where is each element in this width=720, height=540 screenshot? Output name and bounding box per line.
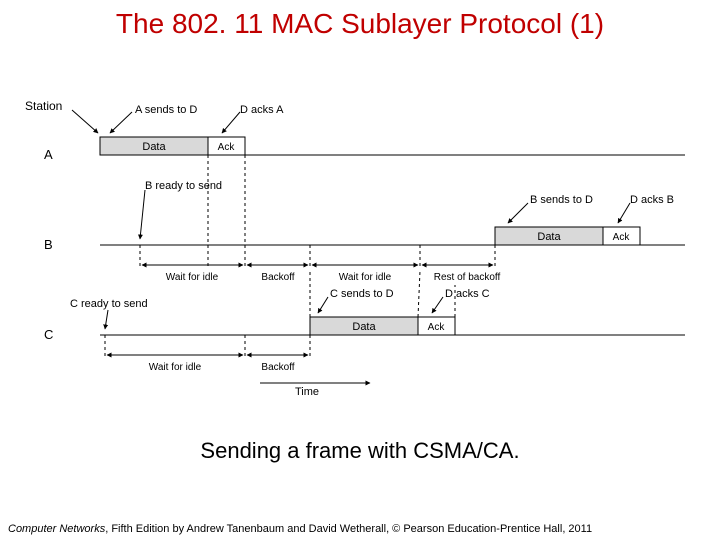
slide-title: The 802. 11 MAC Sublayer Protocol (1): [0, 8, 720, 40]
c-sends-d: C sends to D: [330, 288, 394, 300]
b-backoff: Backoff: [261, 272, 294, 283]
d-acks-b: D acks B: [630, 194, 674, 206]
b-sends-d: B sends to D: [530, 194, 593, 206]
slide-caption: Sending a frame with CSMA/CA.: [0, 438, 720, 464]
time-label: Time: [295, 386, 319, 395]
a-sends-d: A sends to D: [135, 104, 197, 116]
slide-footer: Computer Networks, Fifth Edition by Andr…: [8, 523, 712, 535]
c-ack-label: Ack: [428, 322, 446, 333]
csma-ca-diagram: Station A B C Data Ack A sends to D D ac…: [0, 85, 720, 395]
c-data-label: Data: [352, 321, 376, 333]
b-ready: B ready to send: [145, 180, 222, 192]
d-acks-a: D acks A: [240, 104, 284, 116]
b-ack-label: Ack: [613, 232, 631, 243]
c-wait-idle: Wait for idle: [149, 362, 202, 373]
b-data-label: Data: [537, 231, 561, 243]
label-a: A: [44, 147, 53, 162]
b-rest-backoff: Rest of backoff: [434, 272, 501, 283]
label-c: C: [44, 327, 53, 342]
d-acks-c: D acks C: [445, 288, 490, 300]
a-data-label: Data: [142, 141, 166, 153]
c-ready: C ready to send: [70, 298, 148, 310]
label-b: B: [44, 237, 53, 252]
a-ack-label: Ack: [218, 142, 236, 153]
footer-book-title: Computer Networks: [8, 523, 105, 535]
b-wait-idle-2: Wait for idle: [339, 272, 392, 283]
b-wait-idle-1: Wait for idle: [166, 272, 219, 283]
c-backoff: Backoff: [261, 362, 294, 373]
label-station: Station: [25, 99, 62, 113]
footer-rest: , Fifth Edition by Andrew Tanenbaum and …: [105, 523, 592, 535]
